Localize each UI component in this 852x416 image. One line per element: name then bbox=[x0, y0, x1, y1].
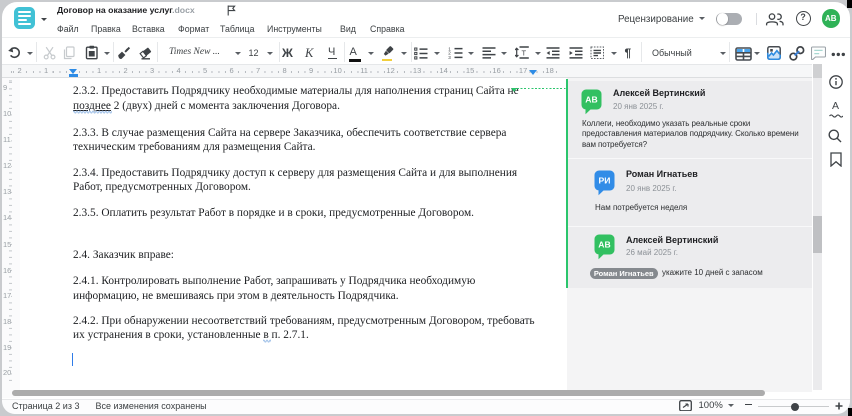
svg-text:АВ: АВ bbox=[585, 94, 597, 104]
svg-text:T: T bbox=[522, 49, 527, 58]
svg-text:АВ: АВ bbox=[598, 239, 610, 249]
svg-text:3: 3 bbox=[448, 55, 451, 60]
svg-text:РИ: РИ bbox=[599, 175, 611, 185]
